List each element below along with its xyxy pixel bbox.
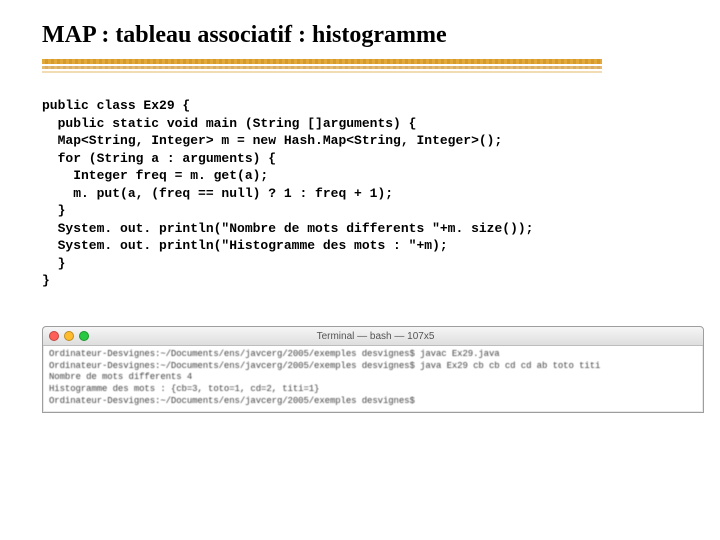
terminal-window: Terminal — bash — 107x5 Ordinateur-Desvi… xyxy=(42,326,704,413)
code-line: System. out. println("Histogramme des mo… xyxy=(42,238,448,253)
terminal-body: Ordinateur-Desvignes:~/Documents/ens/jav… xyxy=(43,346,703,412)
code-line: Integer freq = m. get(a); xyxy=(42,168,268,183)
terminal-titlebar: Terminal — bash — 107x5 xyxy=(43,327,703,346)
page-title: MAP : tableau associatif : histogramme xyxy=(42,22,690,49)
code-line: } xyxy=(42,203,65,218)
code-line: } xyxy=(42,273,50,288)
terminal-line: Histogramme des mots : {cb=3, toto=1, cd… xyxy=(49,384,319,394)
terminal-line: Nombre de mots differents 4 xyxy=(49,372,192,382)
terminal-title: Terminal — bash — 107x5 xyxy=(94,331,657,342)
close-icon[interactable] xyxy=(49,331,59,341)
code-line: Map<String, Integer> m = new Hash.Map<St… xyxy=(42,133,502,148)
code-block: public class Ex29 { public static void m… xyxy=(42,97,690,290)
terminal-line: Ordinateur-Desvignes:~/Documents/ens/jav… xyxy=(49,396,415,406)
terminal-line: Ordinateur-Desvignes:~/Documents/ens/jav… xyxy=(49,361,600,371)
title-underline xyxy=(42,59,602,73)
code-line: m. put(a, (freq == null) ? 1 : freq + 1)… xyxy=(42,186,393,201)
code-line: System. out. println("Nombre de mots dif… xyxy=(42,221,533,236)
code-line: public static void main (String []argume… xyxy=(42,116,416,131)
terminal-line: Ordinateur-Desvignes:~/Documents/ens/jav… xyxy=(49,349,500,359)
minimize-icon[interactable] xyxy=(64,331,74,341)
slide: MAP : tableau associatif : histogramme p… xyxy=(0,0,720,540)
code-line: public class Ex29 { xyxy=(42,98,190,113)
code-line: } xyxy=(42,256,65,271)
zoom-icon[interactable] xyxy=(79,331,89,341)
code-line: for (String a : arguments) { xyxy=(42,151,276,166)
